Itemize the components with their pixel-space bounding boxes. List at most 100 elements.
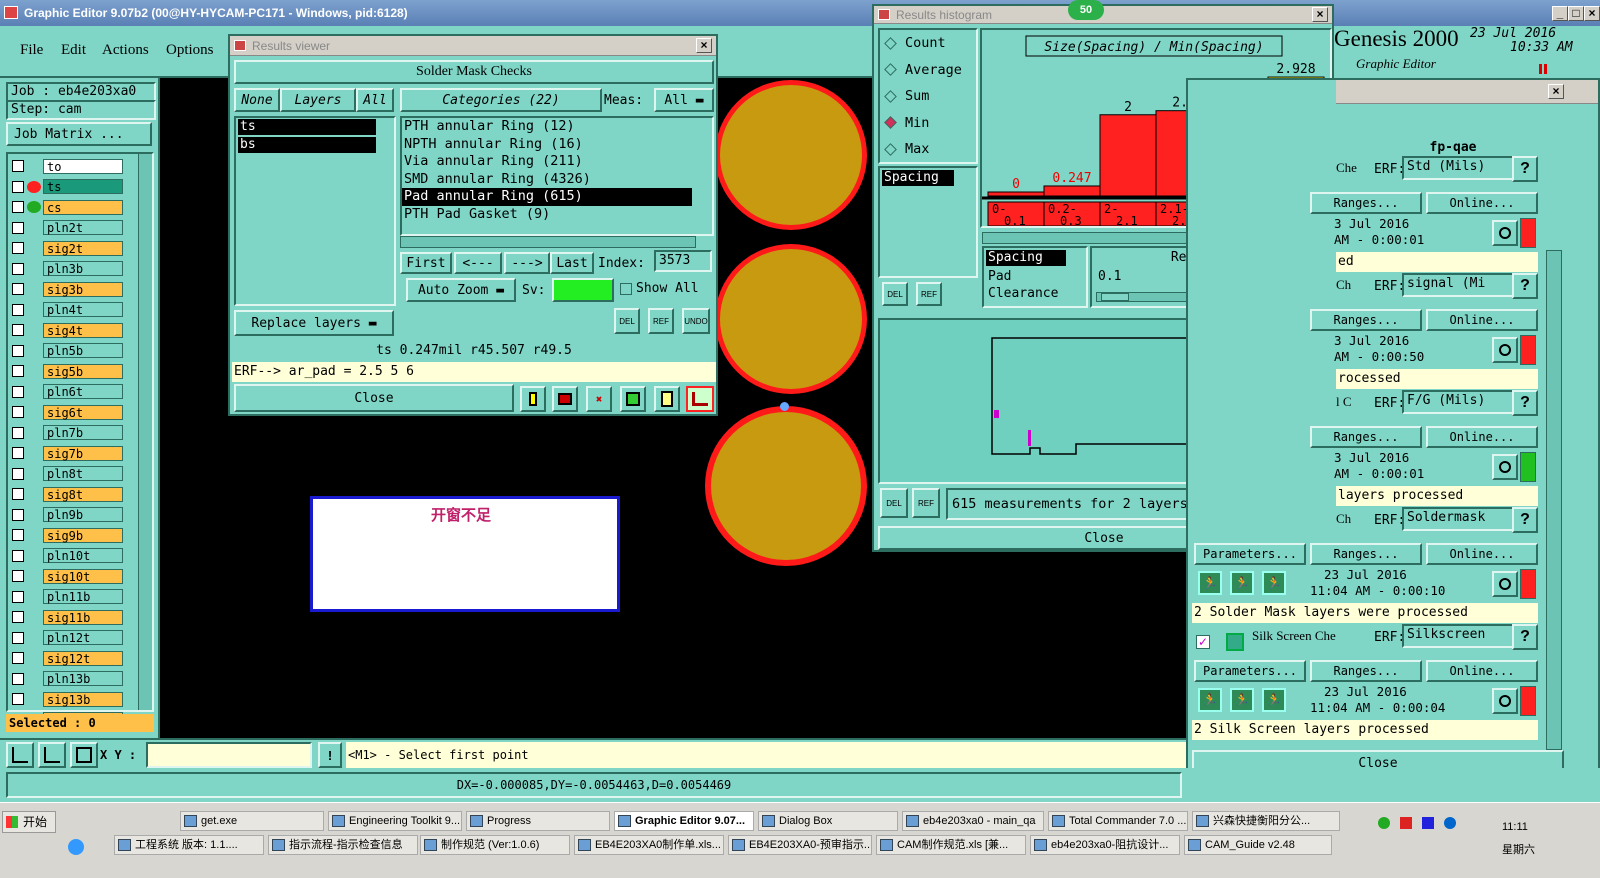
layer-row[interactable]: sig7b xyxy=(12,445,123,461)
erf-select[interactable]: Silkscreen xyxy=(1402,624,1522,648)
layer-row[interactable]: sig11b xyxy=(12,609,123,625)
layer-checkbox[interactable] xyxy=(12,549,24,562)
mode-radio[interactable]: Max xyxy=(880,136,976,163)
taskbar-button[interactable]: Total Commander 7.0 ... xyxy=(1048,811,1188,831)
pad-circle-bottom[interactable] xyxy=(705,406,867,566)
layer-checkbox[interactable] xyxy=(12,652,24,664)
taskbar-button[interactable]: 兴森快捷衡阳分公... xyxy=(1192,811,1340,831)
qa-close-x[interactable]: × xyxy=(1548,84,1564,99)
rv-next-button[interactable]: ---> xyxy=(504,252,550,274)
layer-checkbox[interactable] xyxy=(12,590,24,603)
layer-row[interactable]: pln3b xyxy=(12,261,123,277)
grid-icon[interactable] xyxy=(70,742,98,768)
rv-last-button[interactable]: Last xyxy=(550,252,594,274)
start-button[interactable]: 开始 xyxy=(2,811,56,833)
minimize-button[interactable]: _ xyxy=(1552,6,1568,21)
layer-name[interactable]: sig9b xyxy=(43,527,123,543)
layer-name[interactable]: sig3b xyxy=(43,281,123,297)
layer-name[interactable]: sig10t xyxy=(43,568,123,584)
histogram-bar[interactable] xyxy=(987,191,1045,197)
erf-select[interactable]: signal (Mi xyxy=(1402,273,1522,297)
rv-histogram-icon[interactable] xyxy=(686,386,714,412)
rh-ref-icon[interactable]: REF xyxy=(916,282,942,306)
measure-icon[interactable] xyxy=(6,742,34,768)
run-icon[interactable]: 🏃 xyxy=(1198,688,1222,712)
rv-all-button[interactable]: All xyxy=(356,88,394,112)
rv-index-input[interactable]: 3573 xyxy=(654,250,712,272)
rv-categories-hscroll[interactable] xyxy=(400,236,696,248)
rh-resolution-thumb[interactable] xyxy=(1101,293,1129,301)
layer-name[interactable]: pln3b xyxy=(43,261,123,276)
menu-edit[interactable]: Edit xyxy=(61,42,86,59)
histogram-bar[interactable] xyxy=(1043,185,1101,197)
parameters-button[interactable]: Parameters... xyxy=(1194,660,1306,682)
menu-actions[interactable]: Actions xyxy=(102,42,149,59)
layer-row[interactable]: pln8t xyxy=(12,466,123,482)
rh-close-x[interactable]: × xyxy=(1312,7,1328,22)
rv-tool-icon-5[interactable] xyxy=(654,386,680,412)
layer-name[interactable]: pln4t xyxy=(43,302,123,317)
layer-checkbox[interactable] xyxy=(12,693,24,705)
layer-row[interactable]: to xyxy=(12,158,123,174)
layer-row[interactable]: sig9b xyxy=(12,527,123,543)
stop-run-icon[interactable]: 🏃 xyxy=(1262,688,1286,712)
close-window-button[interactable]: × xyxy=(1584,6,1600,21)
layer-checkbox[interactable] xyxy=(12,180,24,193)
taskbar-button[interactable]: eb4e203xa0 - main_qa xyxy=(902,811,1044,831)
erf-select[interactable]: F/G (Mils) xyxy=(1402,390,1522,414)
layer-row[interactable]: sig12t xyxy=(12,650,123,666)
rh-metric-list[interactable]: Spacing xyxy=(878,166,978,278)
taskbar-button[interactable]: EB4E203XA0制作单.xls... xyxy=(574,835,724,855)
layer-checkbox[interactable] xyxy=(12,488,24,500)
taskbar-button[interactable]: 工程系统 版本: 1.1.... xyxy=(114,835,264,855)
mode-radio[interactable]: Sum xyxy=(880,83,976,110)
pad-circle-top[interactable] xyxy=(715,80,867,230)
layer-checkbox[interactable] xyxy=(12,262,24,275)
rv-first-button[interactable]: First xyxy=(400,252,452,274)
online-button[interactable]: Online... xyxy=(1426,192,1538,214)
layer-checkbox[interactable] xyxy=(12,467,24,480)
layer-checkbox[interactable] xyxy=(12,242,24,254)
layer-name[interactable]: pln6t xyxy=(43,384,123,399)
zoom-icon[interactable] xyxy=(1492,454,1518,480)
rh-metric-spacing[interactable]: Spacing xyxy=(882,170,954,186)
layer-name[interactable]: pln5b xyxy=(43,343,123,358)
layer-name[interactable]: pln11b xyxy=(43,589,123,604)
erf-select[interactable]: Soldermask xyxy=(1402,507,1522,531)
category-item[interactable]: SMD annular Ring (4326) xyxy=(402,171,712,189)
menu-options[interactable]: Options xyxy=(166,42,214,59)
layer-name[interactable]: sig2t xyxy=(43,240,123,256)
layer-checkbox[interactable] xyxy=(12,426,24,439)
layer-name[interactable]: pln10t xyxy=(43,548,123,563)
layer-name[interactable]: sig13b xyxy=(43,691,123,707)
ranges-button[interactable]: Ranges... xyxy=(1310,543,1422,565)
category-item[interactable]: Via annular Ring (211) xyxy=(402,153,712,171)
layer-checkbox[interactable] xyxy=(12,508,24,521)
taskbar-button[interactable]: Graphic Editor 9.07... xyxy=(614,811,754,831)
taskbar-button[interactable]: eb4e203xa0-阻抗设计... xyxy=(1030,835,1180,855)
rh-del-icon-2[interactable]: DEL xyxy=(880,488,908,518)
layer-row[interactable]: pln9b xyxy=(12,507,123,523)
layer-name[interactable]: pln7b xyxy=(43,425,123,440)
rv-replace-layers-select[interactable]: Replace layers ▬ xyxy=(234,310,394,336)
silk-check-checkbox[interactable]: ✓ xyxy=(1196,635,1210,649)
layer-checkbox[interactable] xyxy=(12,160,24,172)
rv-categories-button[interactable]: Categories (22) xyxy=(400,88,602,112)
parameters-button[interactable]: Parameters... xyxy=(1194,543,1306,565)
stop-run-icon[interactable]: 🏃 xyxy=(1262,571,1286,595)
job-matrix-button[interactable]: Job Matrix ... xyxy=(6,122,152,146)
rv-sv-color-select[interactable] xyxy=(552,278,614,302)
help-button[interactable]: ? xyxy=(1512,156,1538,182)
rv-tool-icon-4[interactable] xyxy=(620,386,646,412)
layer-checkbox[interactable] xyxy=(12,201,24,213)
layer-row[interactable]: sig13b xyxy=(12,691,123,707)
layer-row[interactable]: pln5b xyxy=(12,343,123,359)
layer-name[interactable]: pln13b xyxy=(43,671,123,686)
menu-file[interactable]: File xyxy=(20,42,43,59)
rv-close-button[interactable]: Close xyxy=(234,384,514,412)
layer-name[interactable]: pln8t xyxy=(43,466,123,481)
rv-show-all-checkbox[interactable] xyxy=(620,283,632,295)
taskbar-button[interactable]: Engineering Toolkit 9.... xyxy=(328,811,462,831)
rv-del-icon[interactable]: DEL xyxy=(614,308,640,334)
help-button[interactable]: ? xyxy=(1512,390,1538,416)
